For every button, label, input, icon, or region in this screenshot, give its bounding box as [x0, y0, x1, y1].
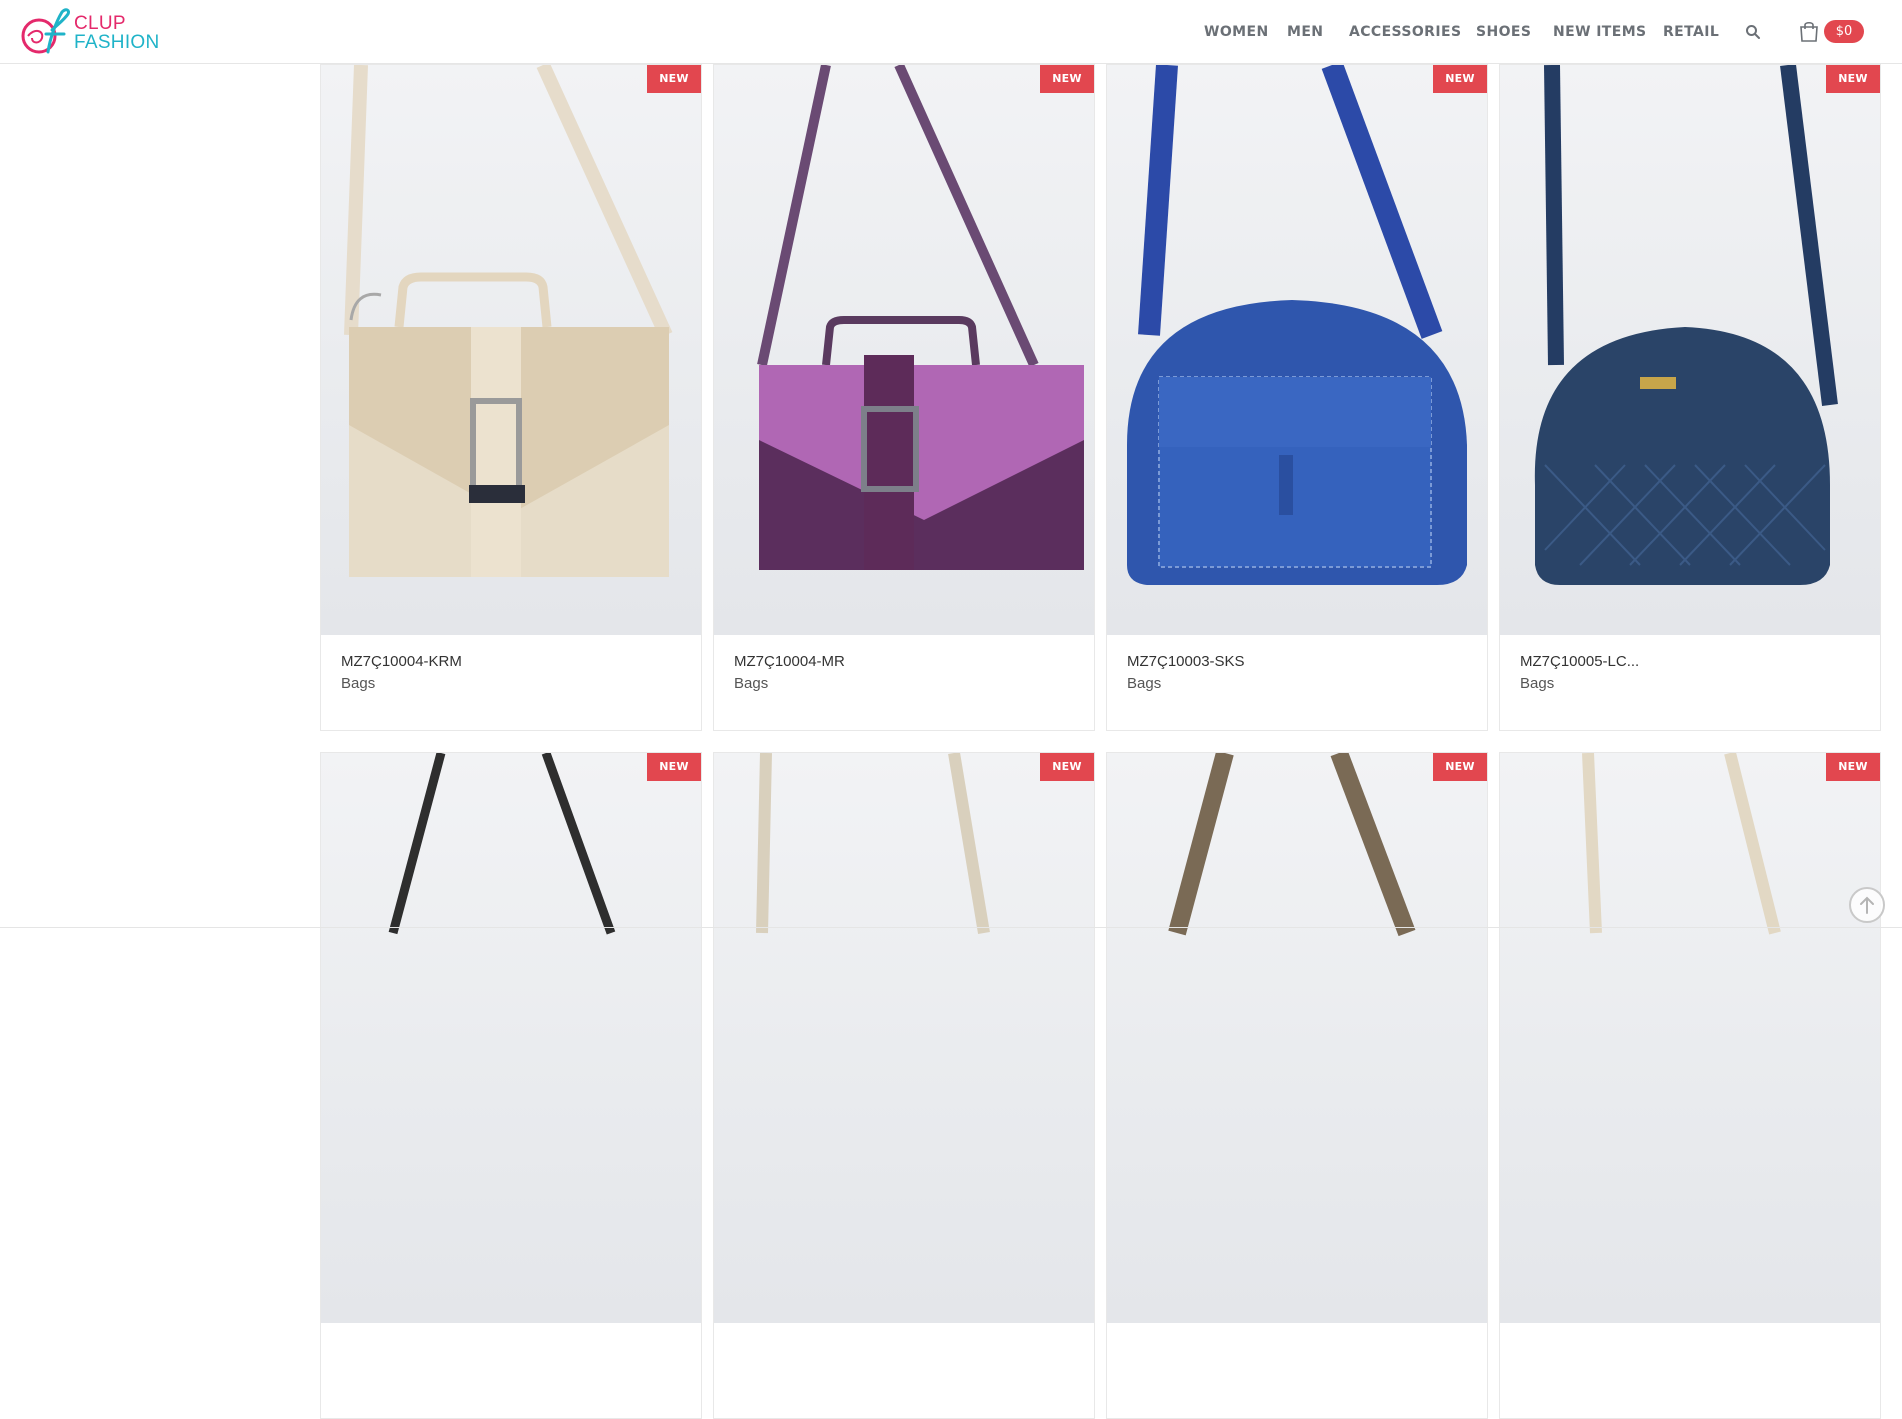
handbag-image: [757, 65, 1084, 570]
nav-item-retail[interactable]: RETAIL: [1663, 24, 1719, 40]
handbag-image: [388, 753, 616, 935]
product-image[interactable]: [714, 753, 1094, 1323]
new-badge: NEW: [1826, 65, 1880, 93]
handbag-image: [1168, 753, 1416, 937]
product-category[interactable]: Bags: [341, 675, 375, 692]
search-icon[interactable]: [1745, 24, 1761, 40]
product-image[interactable]: [321, 753, 701, 1323]
product-title[interactable]: MZ7Ç10004-MR: [734, 653, 845, 670]
product-image[interactable]: [1500, 753, 1880, 1323]
new-badge: NEW: [1826, 753, 1880, 781]
product-card[interactable]: NEW: [320, 752, 702, 1419]
brand-logo[interactable]: CLUP FASHION: [18, 8, 160, 56]
nav-item-accessories[interactable]: ACCESSORIES: [1349, 24, 1461, 40]
nav-item-shoes[interactable]: SHOES: [1476, 24, 1531, 40]
product-image[interactable]: [1107, 753, 1487, 1323]
product-category[interactable]: Bags: [734, 675, 768, 692]
site-header: CLUP FASHION WOMEN MEN ACCESSORIES SHOES…: [0, 0, 1902, 64]
product-title[interactable]: MZ7Ç10004-KRM: [341, 653, 462, 670]
new-badge: NEW: [1433, 753, 1487, 781]
new-badge: NEW: [1040, 65, 1094, 93]
nav-item-men[interactable]: MEN: [1287, 24, 1323, 40]
brand-logo-mark: [21, 8, 70, 54]
product-image[interactable]: [1500, 65, 1880, 635]
product-category[interactable]: Bags: [1127, 675, 1161, 692]
product-image[interactable]: [1107, 65, 1487, 635]
product-title[interactable]: MZ7Ç10003-SKS: [1127, 653, 1245, 670]
product-card[interactable]: NEW: [1106, 752, 1488, 1419]
product-card[interactable]: NEW MZ7Ç10004-KRM Bags: [320, 64, 702, 731]
new-badge: NEW: [647, 65, 701, 93]
shopping-bag-icon[interactable]: [1798, 20, 1820, 42]
new-badge: NEW: [647, 753, 701, 781]
new-badge: NEW: [1040, 753, 1094, 781]
brand-wordmark: CLUP FASHION: [74, 14, 160, 52]
handbag-image: [344, 65, 673, 577]
product-image[interactable]: [321, 65, 701, 635]
cart-total-badge[interactable]: $0: [1824, 20, 1864, 43]
nav-item-new-items[interactable]: NEW ITEMS: [1553, 24, 1647, 40]
product-card[interactable]: NEW: [713, 752, 1095, 1419]
new-badge: NEW: [1433, 65, 1487, 93]
product-card[interactable]: NEW MZ7Ç10004-MR Bags: [713, 64, 1095, 731]
product-card[interactable]: NEW MZ7Ç10005-LC... Bags: [1499, 64, 1881, 731]
handbag-image: [1582, 753, 1781, 935]
nav-item-women[interactable]: WOMEN: [1204, 24, 1269, 40]
product-category[interactable]: Bags: [1520, 675, 1554, 692]
brand-line2: FASHION: [74, 32, 160, 53]
product-image[interactable]: [714, 65, 1094, 635]
product-title[interactable]: MZ7Ç10005-LC...: [1520, 653, 1639, 670]
handbag-image: [756, 753, 990, 934]
handbag-image: [1534, 65, 1838, 585]
product-card[interactable]: NEW MZ7Ç10003-SKS Bags: [1106, 64, 1488, 731]
brand-line1: CLUP: [74, 13, 126, 34]
product-card[interactable]: NEW: [1499, 752, 1881, 1419]
scroll-to-top-button[interactable]: [1849, 887, 1885, 923]
arrow-up-icon: [1860, 896, 1874, 914]
page-divider: [0, 927, 1902, 928]
handbag-image: [1127, 65, 1467, 585]
